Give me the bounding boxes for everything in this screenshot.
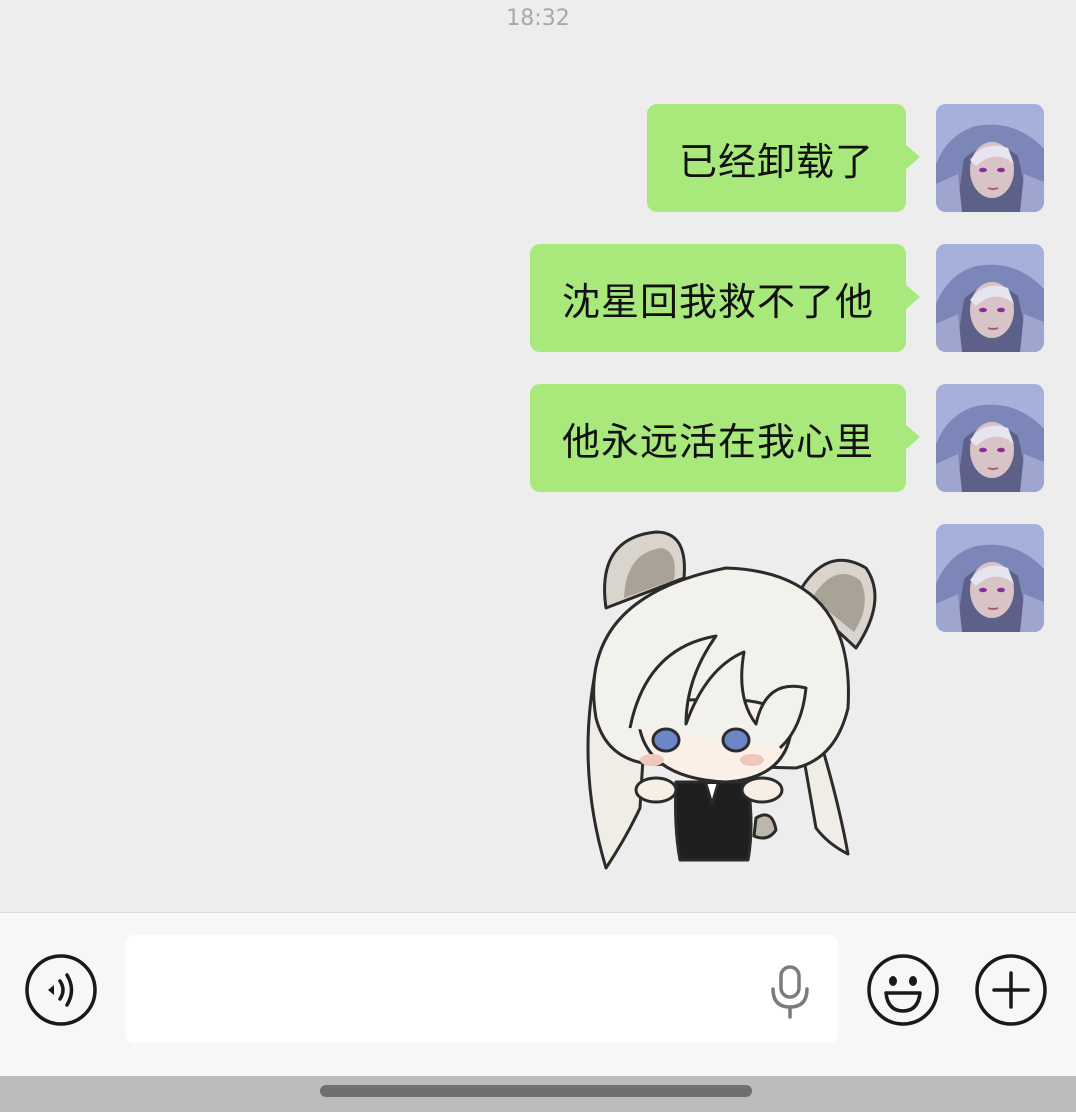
avatar[interactable] [936,384,1044,492]
more-button[interactable] [974,953,1048,1027]
plus-icon [975,954,1047,1026]
avatar[interactable] [936,244,1044,352]
message-bubble[interactable]: 他永远活在我心里 [529,384,921,492]
emoji-icon [867,954,939,1026]
voice-toggle-button[interactable] [24,953,98,1027]
avatar-image [936,104,1044,212]
message-row: 沈星回我救不了他 [529,244,1044,352]
message-bubble[interactable]: 已经卸载了 [646,104,921,212]
message-row: 他永远活在我心里 [529,384,1044,492]
message-input[interactable] [126,935,838,1043]
system-navigation-bar [0,1076,1076,1112]
avatar-image [936,384,1044,492]
message-row [936,524,1044,632]
chibi-character-sticker-icon [586,530,877,870]
chat-timestamp: 18:32 [506,6,570,31]
chat-input-bar [0,912,1076,1077]
microphone-icon [771,965,809,1019]
avatar[interactable] [936,104,1044,212]
message-bubble[interactable]: 沈星回我救不了他 [529,244,921,352]
home-indicator[interactable] [320,1085,752,1097]
sticker-message[interactable] [566,528,886,880]
avatar[interactable] [936,524,1044,632]
avatar-image [936,524,1044,632]
emoji-button[interactable] [866,953,940,1027]
microphone-button[interactable] [768,965,812,1019]
message-row: 已经卸载了 [646,104,1044,212]
avatar-image [936,244,1044,352]
voice-toggle-icon [25,954,97,1026]
